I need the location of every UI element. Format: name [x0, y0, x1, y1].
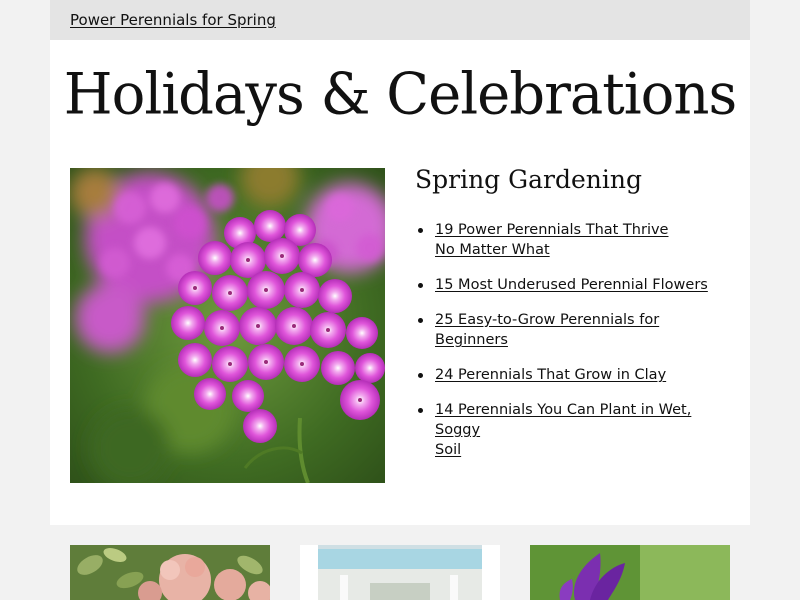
article-link[interactable]: 14 Perennials You Can Plant in Wet, Sogg…	[435, 402, 691, 458]
bullet-icon	[418, 373, 423, 378]
top-bar: Power Perennials for Spring	[50, 0, 750, 40]
phlox-feature-image[interactable]	[70, 168, 385, 483]
list-item: 24 Perennials That Grow in Clay	[415, 365, 735, 385]
power-perennials-link[interactable]: Power Perennials for Spring	[70, 11, 276, 29]
article-link[interactable]: 15 Most Underused Perennial Flowers	[435, 277, 708, 293]
hydrangea-illustration	[70, 545, 270, 600]
porch-thumbnail[interactable]	[300, 545, 500, 600]
article-link-list: 19 Power Perennials That Thrive No Matter…	[415, 220, 735, 475]
purple-flower-illustration	[530, 545, 730, 600]
phlox-illustration	[70, 168, 385, 483]
page-title: Holidays & Celebrations	[63, 61, 737, 128]
list-item: 15 Most Underused Perennial Flowers	[415, 275, 735, 295]
list-item: 14 Perennials You Can Plant in Wet, Sogg…	[415, 400, 735, 460]
article-link[interactable]: 25 Easy-to-Grow Perennials for Beginners	[435, 312, 659, 348]
page-container: Power Perennials for Spring Holidays & C…	[50, 0, 750, 600]
bullet-icon	[418, 408, 423, 413]
list-item: 25 Easy-to-Grow Perennials for Beginners	[415, 310, 735, 350]
article-link[interactable]: 19 Power Perennials That Thrive No Matter…	[435, 222, 668, 258]
bullet-icon	[418, 318, 423, 323]
article-link[interactable]: 24 Perennials That Grow in Clay	[435, 367, 666, 383]
list-item: 19 Power Perennials That Thrive No Matter…	[415, 220, 735, 260]
section-title: Spring Gardening	[415, 165, 642, 194]
bullet-icon	[418, 228, 423, 233]
porch-illustration	[300, 545, 500, 600]
hydrangea-thumbnail[interactable]	[70, 545, 270, 600]
bullet-icon	[418, 283, 423, 288]
purple-flower-thumbnail[interactable]	[530, 545, 730, 600]
